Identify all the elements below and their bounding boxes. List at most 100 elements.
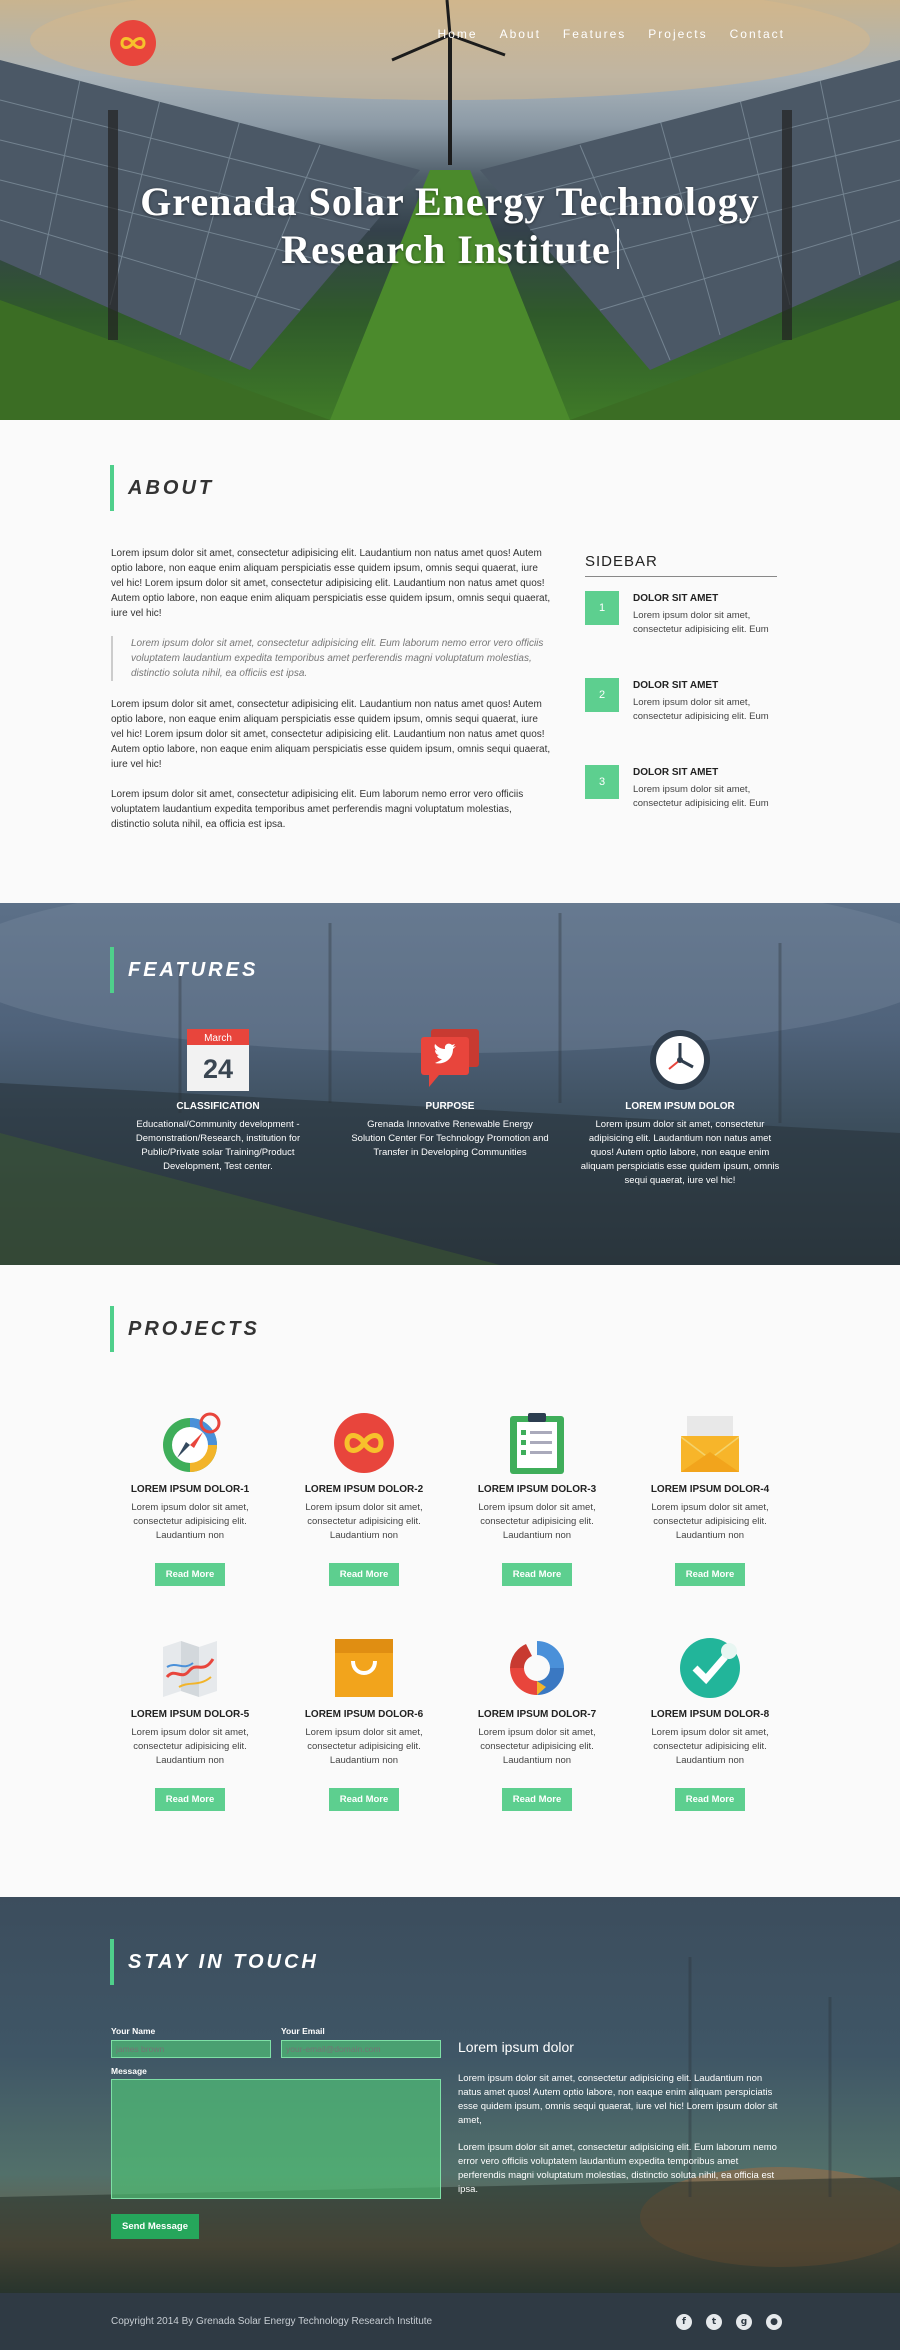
github-icon[interactable]: ● [766,2313,782,2330]
footer: Copyright 2014 By Grenada Solar Energy T… [0,2293,900,2350]
nav-home[interactable]: Home [438,27,478,41]
project-card: LOREM IPSUM DOLOR-7 Lorem ipsum dolor si… [457,1637,617,1811]
logo[interactable] [110,20,156,66]
feature-title: PURPOSE [425,1101,475,1112]
projects-heading-block: PROJECTS [110,1306,260,1352]
twitter-icon[interactable]: t [706,2313,722,2330]
sidebar-item: 3 DOLOR SIT AMET Lorem ipsum dolor sit a… [585,765,777,852]
twitter-bubble-icon [419,1029,481,1091]
envelope-icon [679,1412,741,1474]
message-label: Message [111,2066,147,2076]
hero-title-line2: Research Institute [281,227,611,272]
refresh-cycle-icon [506,1637,568,1699]
feature-title: CLASSIFICATION [176,1101,260,1112]
nav-about[interactable]: About [500,27,541,41]
contact-info-paragraph-2: Lorem ipsum dolor sit amet, consectetur … [458,2142,777,2195]
checkmark-icon [679,1637,741,1699]
contact-heading-block: STAY IN TOUCH [110,1939,319,1985]
project-card: LOREM IPSUM DOLOR-5 Lorem ipsum dolor si… [110,1637,270,1811]
map-icon [159,1637,221,1699]
project-card: LOREM IPSUM DOLOR-2 Lorem ipsum dolor si… [284,1412,444,1586]
features-heading-block: FEATURES [110,947,258,993]
feature-item: LOREM IPSUM DOLOR Lorem ipsum dolor sit … [580,1029,780,1188]
compass-icon [159,1412,221,1474]
sidebar-item-text: Lorem ipsum dolor sit amet, consectetur … [633,697,769,722]
project-text: Lorem ipsum dolor sit amet, consectetur … [131,1727,249,1766]
sidebar-heading: SIDEBAR [585,553,777,577]
project-text: Lorem ipsum dolor sit amet, consectetur … [651,1727,769,1766]
infinity-icon [333,1412,395,1474]
about-content: Lorem ipsum dolor sit amet, consectetur … [111,546,551,832]
email-label: Your Email [281,2026,325,2036]
facebook-icon[interactable]: f [676,2313,692,2330]
sidebar-item: 1 DOLOR SIT AMET Lorem ipsum dolor sit a… [585,591,777,678]
infinity-logo-icon [120,37,146,49]
project-title: LOREM IPSUM DOLOR-4 [650,1484,770,1495]
read-more-button[interactable]: Read More [328,1788,400,1811]
hero-title: Grenada Solar Energy Technology Research… [0,178,900,274]
project-card: LOREM IPSUM DOLOR-8 Lorem ipsum dolor si… [630,1637,790,1811]
sidebar-item-title: DOLOR SIT AMET [633,593,719,604]
about-paragraph-3: Lorem ipsum dolor sit amet, consectetur … [111,789,524,830]
google-plus-icon[interactable]: g [736,2313,752,2330]
read-more-button[interactable]: Read More [501,1788,573,1811]
sidebar-item-number: 3 [585,765,619,799]
calendar-icon: March 24 [187,1029,249,1091]
about-paragraph-1: Lorem ipsum dolor sit amet, consectetur … [111,548,551,619]
feature-text: Lorem ipsum dolor sit amet, consectetur … [580,1119,780,1186]
copyright-text: Copyright 2014 By Grenada Solar Energy T… [111,2316,433,2327]
read-more-button[interactable]: Read More [674,1563,746,1586]
contact-info: Lorem ipsum dolor Lorem ipsum dolor sit … [458,2039,783,2210]
nav-contact[interactable]: Contact [730,27,785,41]
about-heading-block: ABOUT [110,465,900,511]
project-text: Lorem ipsum dolor sit amet, consectetur … [478,1502,596,1541]
sidebar-item-title: DOLOR SIT AMET [633,680,719,691]
project-card: LOREM IPSUM DOLOR-6 Lorem ipsum dolor si… [284,1637,444,1811]
read-more-button[interactable]: Read More [674,1788,746,1811]
feature-item: PURPOSE Grenada Innovative Renewable Ene… [350,1029,550,1160]
project-text: Lorem ipsum dolor sit amet, consectetur … [131,1502,249,1541]
read-more-button[interactable]: Read More [154,1788,226,1811]
sidebar: SIDEBAR 1 DOLOR SIT AMET Lorem ipsum dol… [585,553,777,852]
projects-section: PROJECTS LOREM IPSUM DOLOR-1 Lorem ipsum… [0,1265,900,1897]
social-links: f t g ● [676,2313,782,2330]
sidebar-item: 2 DOLOR SIT AMET Lorem ipsum dolor sit a… [585,678,777,765]
sidebar-item-text: Lorem ipsum dolor sit amet, consectetur … [633,784,769,809]
contact-info-paragraph-1: Lorem ipsum dolor sit amet, consectetur … [458,2073,778,2126]
send-message-button[interactable]: Send Message [111,2214,199,2239]
feature-title: LOREM IPSUM DOLOR [625,1101,735,1112]
features-heading: FEATURES [128,958,259,981]
project-text: Lorem ipsum dolor sit amet, consectetur … [478,1727,596,1766]
project-title: LOREM IPSUM DOLOR-6 [304,1709,424,1720]
name-label: Your Name [111,2026,156,2036]
shopping-bag-icon [333,1637,395,1699]
contact-heading: STAY IN TOUCH [128,1950,319,1973]
contact-section: STAY IN TOUCH Your Name Your Email Messa… [0,1897,900,2293]
calendar-month: March [204,1033,232,1044]
nav-projects[interactable]: Projects [648,27,707,41]
project-title: LOREM IPSUM DOLOR-5 [130,1709,250,1720]
project-card: LOREM IPSUM DOLOR-1 Lorem ipsum dolor si… [110,1412,270,1586]
sidebar-item-title: DOLOR SIT AMET [633,767,719,778]
read-more-button[interactable]: Read More [328,1563,400,1586]
main-nav: Home About Features Projects Contact [438,27,785,41]
read-more-button[interactable]: Read More [154,1563,226,1586]
project-title: LOREM IPSUM DOLOR-7 [477,1709,597,1720]
email-field[interactable] [281,2040,441,2058]
read-more-button[interactable]: Read More [501,1563,573,1586]
contact-info-title: Lorem ipsum dolor [458,2039,574,2055]
project-title: LOREM IPSUM DOLOR-2 [304,1484,424,1495]
calendar-day: 24 [203,1054,233,1084]
project-text: Lorem ipsum dolor sit amet, consectetur … [305,1727,423,1766]
about-blockquote: Lorem ipsum dolor sit amet, consectetur … [111,636,551,681]
name-field[interactable] [111,2040,271,2058]
sidebar-item-number: 1 [585,591,619,625]
clipboard-icon [506,1412,568,1474]
contact-form: Your Name Your Email Message Send Messag… [111,2026,441,2239]
nav-features[interactable]: Features [563,27,626,41]
message-field[interactable] [111,2079,441,2199]
project-card: LOREM IPSUM DOLOR-4 Lorem ipsum dolor si… [630,1412,790,1586]
text-cursor [616,229,619,269]
feature-text: Grenada Innovative Renewable Energy Solu… [351,1119,549,1158]
project-card: LOREM IPSUM DOLOR-3 Lorem ipsum dolor si… [457,1412,617,1586]
